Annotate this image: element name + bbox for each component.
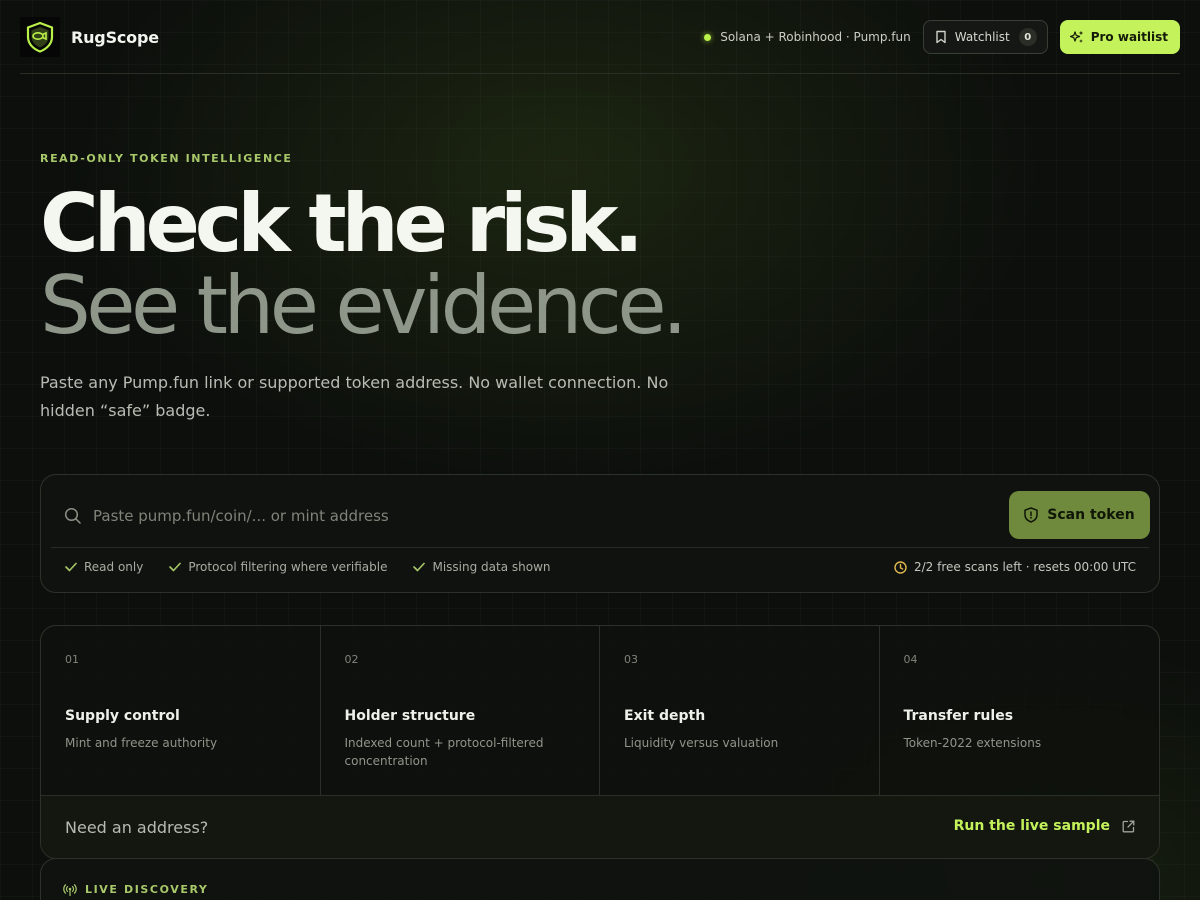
risk-checks-grid: 01 Supply control Mint and freeze author… (40, 625, 1160, 859)
hero-description: Paste any Pump.fun link or supported tok… (40, 373, 669, 420)
hero-headline: Check the risk. (40, 177, 644, 270)
feature-title: Holder structure (344, 708, 476, 724)
feature-card-supply-control: 01 Supply control Mint and freeze author… (41, 626, 321, 795)
feature-card-holder-structure: 02 Holder structure Indexed count + prot… (321, 626, 600, 795)
live-discovery-heading: LIVE DISCOVERY (63, 883, 209, 896)
pro-waitlist-button[interactable]: Pro waitlist (1059, 20, 1180, 54)
network-label: Solana + Robinhood · Pump.fun (720, 30, 911, 44)
assurance-item: Read only (65, 560, 143, 574)
check-icon (413, 562, 426, 572)
assurance-label: Missing data shown (432, 560, 551, 574)
sample-footer: Need an address? Run the live sample (41, 795, 1159, 858)
bookmark-icon (936, 30, 946, 44)
feature-title: Supply control (65, 708, 180, 724)
feature-title: Exit depth (624, 708, 706, 724)
watchlist-button[interactable]: Watchlist 0 (922, 20, 1048, 54)
scan-token-label: Scan token (1047, 507, 1135, 523)
check-icon (65, 562, 77, 572)
pro-waitlist-label: Pro waitlist (1090, 30, 1168, 44)
broadcast-icon (63, 883, 77, 896)
feature-title: Transfer rules (903, 708, 1014, 724)
run-live-sample-label: Run the live sample (953, 818, 1110, 834)
status-dot-icon (704, 33, 712, 41)
scan-quota-text: 2/2 free scans left · resets 00:00 UTC (914, 560, 1136, 574)
search-row: Scan token (41, 475, 1159, 547)
feature-number: 02 (344, 653, 359, 666)
scan-token-button[interactable]: Scan token (1009, 491, 1150, 539)
scan-card: Scan token Read only Protocol filtering … (40, 474, 1160, 593)
brand[interactable]: RugScope (20, 16, 159, 58)
live-discovery-panel: LIVE DISCOVERY (40, 858, 1160, 900)
check-icon (169, 562, 182, 572)
assurance-item: Protocol filtering where verifiable (169, 560, 387, 574)
feature-row: 01 Supply control Mint and freeze author… (41, 626, 1159, 795)
external-link-icon (1122, 820, 1135, 832)
top-nav: RugScope Solana + Robinhood · Pump.fun W… (20, 0, 1180, 74)
hero-subheadline: See the evidence. (40, 259, 688, 352)
assurance-label: Read only (84, 560, 144, 574)
scan-quota: 2/2 free scans left · resets 00:00 UTC (894, 560, 1136, 574)
watchlist-count-badge: 0 (1018, 28, 1037, 46)
divider (51, 547, 1149, 548)
shield-logo-icon (20, 17, 60, 57)
feature-description: Mint and freeze authority (65, 736, 218, 750)
clock-icon (894, 560, 907, 574)
brand-name: RugScope (71, 27, 159, 47)
need-address-text: Need an address? (65, 818, 209, 837)
feature-number: 01 (65, 653, 79, 666)
shield-icon (1024, 507, 1039, 523)
assurance-label: Protocol filtering where verifiable (188, 560, 388, 574)
feature-description: Indexed count + protocol-filtered concen… (344, 736, 544, 768)
network-indicator: Solana + Robinhood · Pump.fun (704, 30, 911, 44)
feature-card-exit-depth: 03 Exit depth Liquidity versus valuation (600, 626, 880, 795)
assurance-list: Read only Protocol filtering where verif… (65, 560, 577, 574)
feature-description: Liquidity versus valuation (624, 736, 779, 750)
search-icon (64, 507, 81, 524)
token-address-input[interactable] (93, 499, 973, 533)
live-discovery-label: LIVE DISCOVERY (85, 883, 209, 896)
feature-description: Token-2022 extensions (903, 736, 1042, 750)
feature-card-transfer-rules: 04 Transfer rules Token-2022 extensions (880, 626, 1160, 795)
nav-actions: Solana + Robinhood · Pump.fun Watchlist … (704, 20, 1180, 54)
sparkles-icon (1069, 30, 1083, 43)
watchlist-label: Watchlist (954, 30, 1010, 44)
assurance-item: Missing data shown (413, 560, 551, 574)
run-live-sample-link[interactable]: Run the live sample (954, 818, 1135, 834)
hero-eyebrow: READ-ONLY TOKEN INTELLIGENCE (40, 152, 293, 165)
feature-number: 03 (624, 653, 638, 666)
feature-number: 04 (903, 653, 918, 666)
